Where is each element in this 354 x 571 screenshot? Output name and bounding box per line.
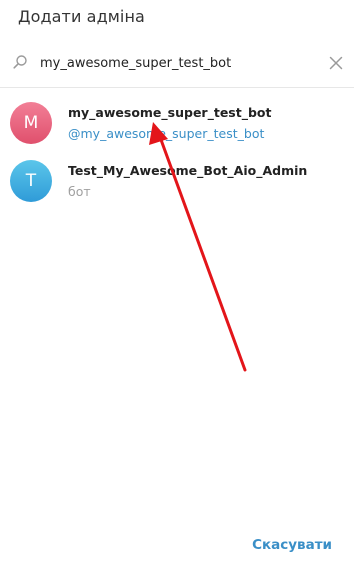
bot-name: my_awesome_super_test_bot [68,105,272,120]
search-input[interactable] [40,52,310,74]
close-icon[interactable] [328,55,344,71]
results-list: M my_awesome_super_test_bot @my_awesome_… [0,96,354,212]
search-icon [12,54,28,70]
bot-username: @my_awesome_super_test_bot [68,126,265,141]
avatar: T [10,160,52,202]
bot-status: бот [68,184,91,199]
list-item[interactable]: T Test_My_Awesome_Bot_Aio_Admin бот [0,154,354,212]
divider [0,87,354,88]
dialog-title: Додати адміна [18,7,145,26]
search-bar [0,44,354,84]
avatar-letter: M [23,113,39,133]
add-admin-dialog: Додати адміна M my_awesome_super_test_bo… [0,0,354,571]
avatar: M [10,102,52,144]
cancel-button[interactable]: Скасувати [252,537,332,553]
avatar-letter: T [25,171,37,191]
annotation-arrow-icon [149,122,247,372]
list-item[interactable]: M my_awesome_super_test_bot @my_awesome_… [0,96,354,154]
bot-name: Test_My_Awesome_Bot_Aio_Admin [68,163,308,178]
